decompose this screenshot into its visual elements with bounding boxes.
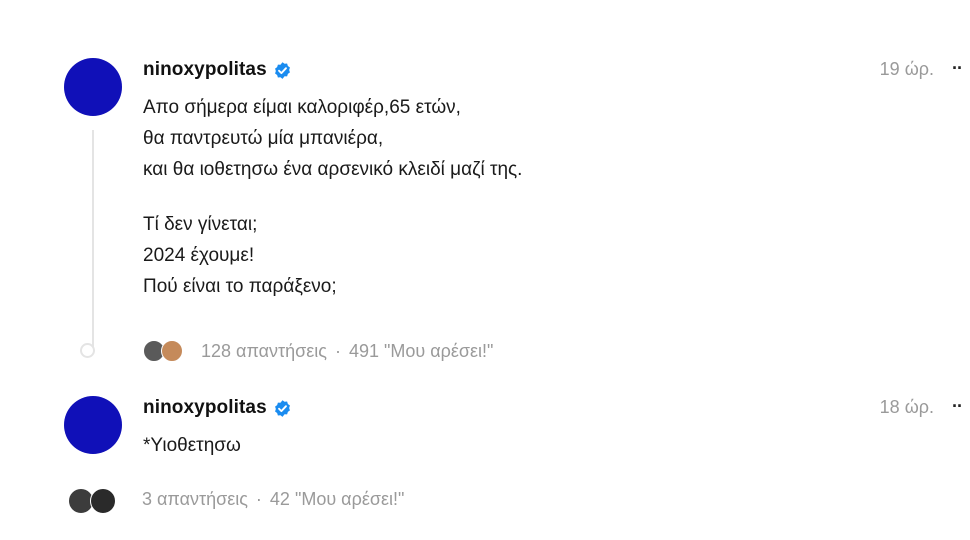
more-options-icon[interactable]: ·· bbox=[952, 58, 963, 79]
avatar[interactable] bbox=[64, 396, 122, 454]
reply-avatars bbox=[68, 488, 120, 514]
username[interactable]: ninoxypolitas bbox=[143, 59, 267, 81]
thread-connector-line bbox=[92, 130, 94, 348]
post-text: Απο σήμερα είμαι καλοριφέρ,65 ετών, θα π… bbox=[143, 92, 522, 302]
avatar[interactable] bbox=[64, 58, 122, 116]
post-stats: 3 απαντήσεις · 42 "Μου αρέσει!" bbox=[68, 488, 404, 514]
stats-separator: · bbox=[255, 488, 262, 509]
post-text-line: *Υιοθετησω bbox=[143, 435, 241, 456]
post-text: *Υιοθετησω bbox=[143, 430, 241, 461]
post-text-line: και θα ιοθετησω ένα αρσενικό κλειδί μαζί… bbox=[143, 159, 523, 180]
likes-count[interactable]: 491 "Μου αρέσει!" bbox=[349, 341, 493, 362]
post-stats: 128 απαντήσεις · 491 "Μου αρέσει!" bbox=[143, 340, 493, 362]
post-text-line: 2024 έχουμε! bbox=[143, 245, 255, 266]
post-text-line: Τί δεν γίνεται; bbox=[143, 214, 258, 235]
reply-avatars bbox=[143, 340, 187, 362]
post-timestamp: 19 ώρ. bbox=[879, 59, 934, 79]
post-text-line: θα παντρευτώ μία μπανιέρα, bbox=[143, 128, 384, 149]
replies-count[interactable]: 128 απαντήσεις bbox=[201, 341, 327, 362]
post-header: ninoxypolitas bbox=[143, 396, 292, 420]
post-timestamp: 18 ώρ. bbox=[879, 397, 934, 417]
replies-count[interactable]: 3 απαντήσεις bbox=[142, 489, 248, 510]
stats-separator: · bbox=[334, 340, 341, 361]
verified-badge-icon bbox=[274, 399, 290, 417]
threads-feed: ninoxypolitas 19 ώρ. ·· Απο σήμερα είμαι… bbox=[0, 0, 970, 540]
username[interactable]: ninoxypolitas bbox=[143, 397, 267, 419]
post-text-line: Πού είναι το παράξενο; bbox=[143, 276, 337, 297]
more-options-icon[interactable]: ·· bbox=[952, 396, 963, 417]
likes-count[interactable]: 42 "Μου αρέσει!" bbox=[270, 489, 404, 510]
verified-badge-icon bbox=[274, 61, 290, 79]
thread-end-circle bbox=[80, 343, 95, 358]
post-header: ninoxypolitas bbox=[143, 58, 292, 82]
reply-avatar bbox=[90, 488, 116, 514]
reply-avatar bbox=[161, 340, 183, 362]
post-text-line: Απο σήμερα είμαι καλοριφέρ,65 ετών, bbox=[143, 97, 461, 118]
